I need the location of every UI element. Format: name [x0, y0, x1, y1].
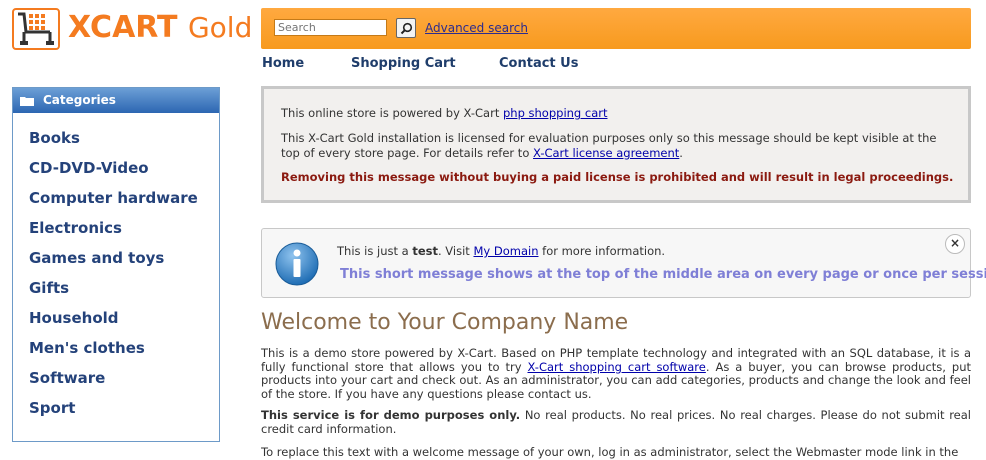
- license-line-2-text: This X-Cart Gold installation is license…: [281, 131, 937, 145]
- welcome-paragraph: This is a demo store powered by X-Cart. …: [261, 346, 971, 401]
- category-list: Books CD-DVD-Video Computer hardware Ele…: [29, 129, 198, 429]
- license-warning: Removing this message without buying a p…: [281, 170, 954, 184]
- search-input[interactable]: [274, 19, 387, 36]
- close-message-button[interactable]: ×: [945, 234, 965, 254]
- license-line-1-text: This online store is powered by X-Cart: [281, 106, 503, 120]
- php-shopping-cart-link[interactable]: php shopping cart: [503, 106, 608, 120]
- demo-note-bold: This service is for demo purposes only.: [261, 408, 521, 422]
- license-notice: This online store is powered by X-Cart p…: [261, 86, 971, 203]
- info-highlight: This short message shows at the top of t…: [340, 267, 986, 282]
- logo-brand: XCART: [68, 10, 178, 45]
- license-line-2-end: .: [679, 146, 683, 160]
- categories-header: Categories: [13, 88, 219, 113]
- store-logo[interactable]: XCART Gold: [12, 8, 252, 54]
- close-icon: ×: [949, 236, 961, 250]
- replace-text-paragraph: To replace this text with a welcome mess…: [261, 446, 959, 459]
- nav-contact-us[interactable]: Contact Us: [499, 56, 578, 71]
- info-text-prefix: This is just a: [337, 244, 413, 258]
- search-button[interactable]: [396, 18, 416, 38]
- nav-shopping-cart[interactable]: Shopping Cart: [351, 56, 456, 71]
- category-mens-clothes[interactable]: Men's clothes: [29, 339, 198, 369]
- category-computer-hardware[interactable]: Computer hardware: [29, 189, 198, 219]
- info-text-mid: . Visit: [437, 244, 474, 258]
- nav-home[interactable]: Home: [262, 56, 304, 71]
- welcome-title: Welcome to Your Company Name: [261, 310, 629, 335]
- search-bar: Advanced search: [261, 8, 971, 49]
- folder-icon: [20, 97, 34, 106]
- category-games-and-toys[interactable]: Games and toys: [29, 249, 198, 279]
- category-gifts[interactable]: Gifts: [29, 279, 198, 309]
- xcart-software-link[interactable]: X-Cart shopping cart software: [527, 360, 705, 374]
- info-text: This is just a test. Visit My Domain for…: [337, 244, 665, 258]
- logo-edition: Gold: [187, 11, 253, 44]
- license-line-2b-text: top of every store page. For details ref…: [281, 146, 534, 160]
- logo-text: XCART Gold: [68, 11, 252, 45]
- info-text-end: for more information.: [538, 244, 666, 258]
- info-text-bold: test: [412, 244, 438, 258]
- info-icon: [275, 242, 319, 286]
- category-books[interactable]: Books: [29, 129, 198, 159]
- category-software[interactable]: Software: [29, 369, 198, 399]
- license-line-1: This online store is powered by X-Cart p…: [281, 106, 608, 121]
- advanced-search-link[interactable]: Advanced search: [425, 21, 528, 35]
- info-message: This is just a test. Visit My Domain for…: [261, 228, 986, 298]
- categories-panel: Categories Books CD-DVD-Video Computer h…: [12, 87, 220, 442]
- demo-note: This service is for demo purposes only. …: [261, 408, 971, 436]
- category-sport[interactable]: Sport: [29, 399, 198, 429]
- categories-title: Categories: [43, 93, 116, 107]
- category-household[interactable]: Household: [29, 309, 198, 339]
- license-agreement-link[interactable]: X-Cart license agreement: [533, 146, 679, 160]
- search-icon: [400, 22, 413, 35]
- category-cd-dvd-video[interactable]: CD-DVD-Video: [29, 159, 198, 189]
- cart-logo-icon: [12, 8, 60, 50]
- category-electronics[interactable]: Electronics: [29, 219, 198, 249]
- license-line-2: This X-Cart Gold installation is license…: [281, 131, 961, 161]
- my-domain-link[interactable]: My Domain: [473, 244, 538, 258]
